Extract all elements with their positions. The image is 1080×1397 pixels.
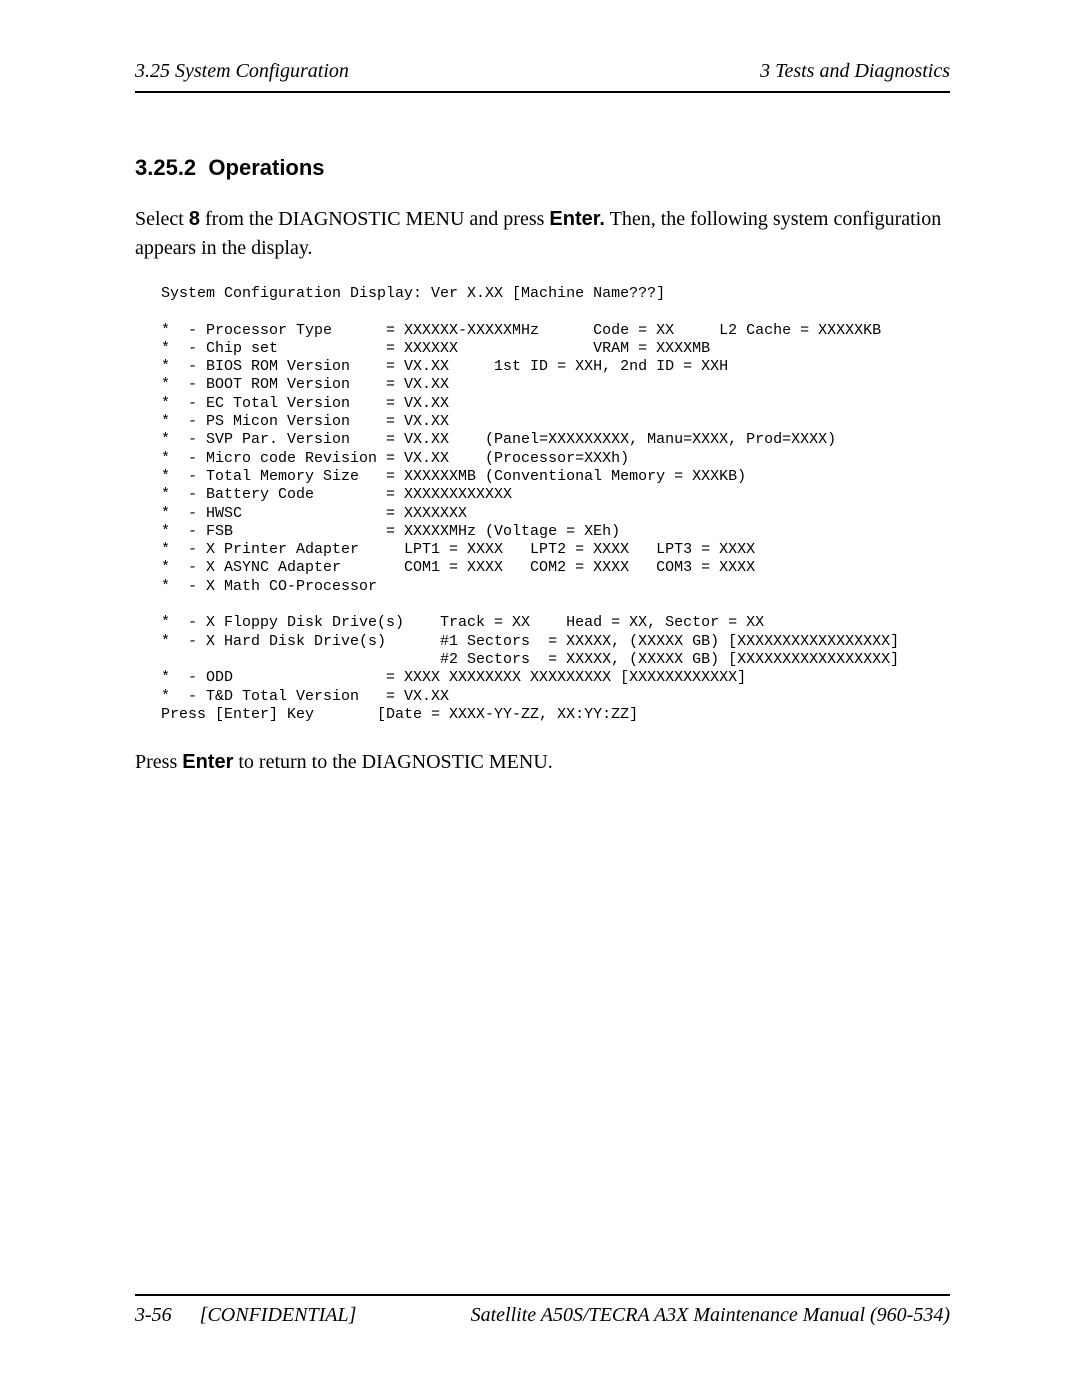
intro-key-enter: Enter.: [549, 208, 605, 230]
intro-paragraph: Select 8 from the DIAGNOSTIC MENU and pr…: [135, 205, 950, 263]
header-left: 3.25 System Configuration: [135, 60, 349, 83]
page-header: 3.25 System Configuration 3 Tests and Di…: [135, 60, 950, 93]
system-configuration-display: System Configuration Display: Ver X.XX […: [161, 285, 950, 724]
footer-page-number: 3-56: [135, 1304, 172, 1327]
intro-mid: from the DIAGNOSTIC MENU and press: [200, 208, 549, 230]
footer-manual-title: Satellite A50S/TECRA A3X Maintenance Man…: [471, 1304, 950, 1327]
outro-pre: Press: [135, 751, 182, 773]
footer-left: 3-56 [CONFIDENTIAL]: [135, 1304, 356, 1327]
outro-post: to return to the DIAGNOSTIC MENU.: [233, 751, 552, 773]
outro-key-enter: Enter: [182, 751, 233, 773]
header-right: 3 Tests and Diagnostics: [760, 60, 950, 83]
section-title: Operations: [208, 155, 324, 180]
intro-key-8: 8: [189, 208, 200, 230]
section-number: 3.25.2: [135, 155, 196, 180]
footer-confidential: [CONFIDENTIAL]: [200, 1304, 357, 1327]
outro-paragraph: Press Enter to return to the DIAGNOSTIC …: [135, 748, 950, 777]
intro-pre: Select: [135, 208, 189, 230]
page-footer: 3-56 [CONFIDENTIAL] Satellite A50S/TECRA…: [135, 1294, 950, 1327]
section-heading: 3.25.2 Operations: [135, 155, 950, 181]
